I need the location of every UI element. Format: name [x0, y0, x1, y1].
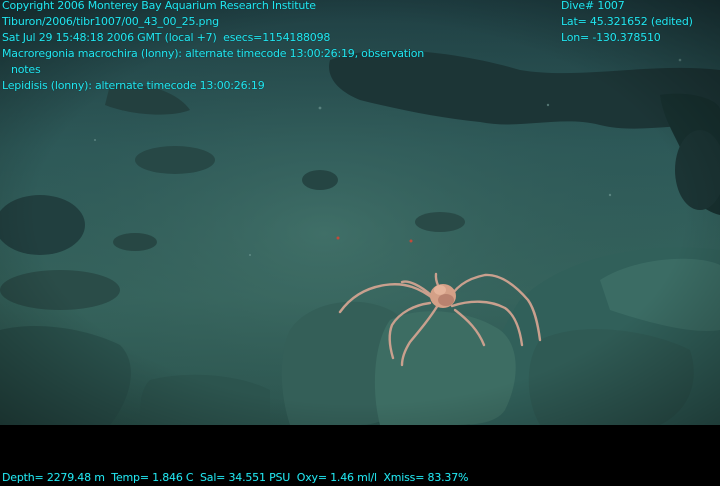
latitude: Lat= 45.321652 (edited) [561, 15, 693, 28]
filename-text: Tiburon/2006/tibr1007/00_43_00_25.png [2, 15, 219, 28]
copyright-text: Copyright 2006 Monterey Bay Aquarium Res… [2, 0, 316, 12]
annotation-lepidisis: Lepidisis (lonny): alternate timecode 13… [2, 79, 265, 92]
datetime-text: Sat Jul 29 15:48:18 2006 GMT (local +7) … [2, 31, 331, 44]
longitude: Lon= -130.378510 [561, 31, 661, 44]
sensor-readout: Depth= 2279.48 m Temp= 1.846 C Sal= 34.5… [2, 471, 469, 484]
annotation-macroregonia: Macroregonia macrochira (lonny): alterna… [2, 47, 425, 60]
annotation-macroregonia-continued: notes [11, 63, 41, 76]
dive-number: Dive# 1007 [561, 0, 625, 12]
video-frame: Copyright 2006 Monterey Bay Aquarium Res… [0, 0, 720, 486]
seafloor-scene [0, 0, 720, 425]
